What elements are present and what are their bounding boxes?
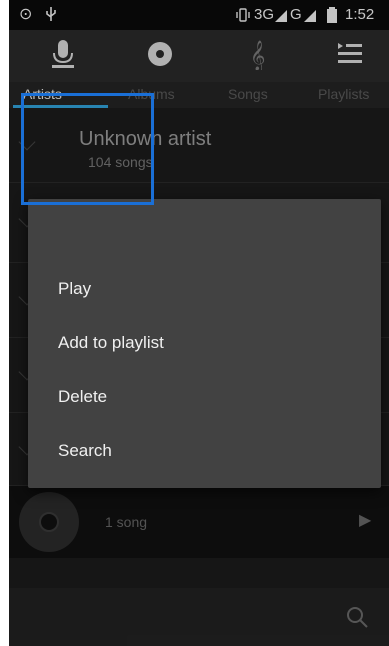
menu-item-search[interactable]: Search — [28, 425, 381, 479]
highlight-box — [21, 93, 154, 205]
menu-item-add-to-playlist-label: Add to playlist — [58, 333, 164, 352]
menu-item-delete-label: Delete — [58, 387, 108, 406]
context-menu: Play Add to playlist Delete Search — [28, 199, 381, 488]
menu-item-play[interactable]: Play — [28, 263, 381, 317]
music-app-screen: ⊙ 3G G 1:52 � — [9, 0, 389, 646]
menu-item-delete[interactable]: Delete — [28, 371, 381, 425]
menu-item-search-label: Search — [58, 441, 112, 460]
menu-item-add-to-playlist[interactable]: Add to playlist — [28, 317, 381, 371]
menu-item-play-label: Play — [58, 279, 92, 298]
